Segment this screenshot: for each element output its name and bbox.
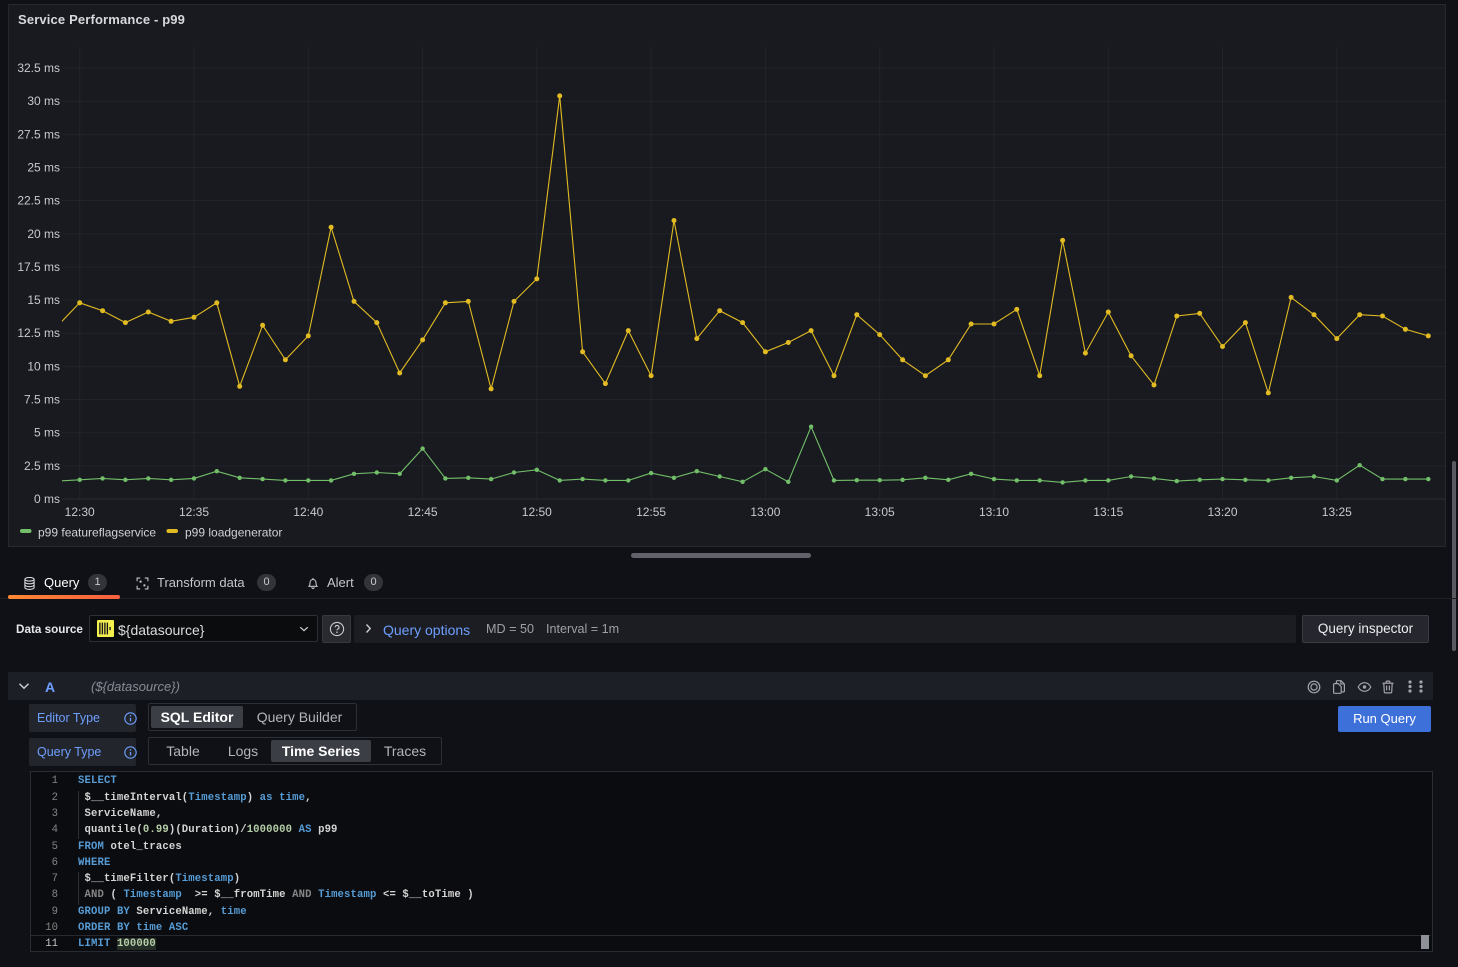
svg-text:13:20: 13:20	[1207, 505, 1237, 519]
svg-text:20 ms: 20 ms	[27, 227, 60, 241]
svg-text:30 ms: 30 ms	[27, 94, 60, 108]
svg-text:12:45: 12:45	[408, 505, 438, 519]
svg-text:15 ms: 15 ms	[27, 293, 60, 307]
svg-text:13:25: 13:25	[1322, 505, 1352, 519]
svg-text:27.5 ms: 27.5 ms	[17, 127, 60, 141]
svg-text:7.5 ms: 7.5 ms	[24, 393, 60, 407]
svg-text:12:40: 12:40	[293, 505, 323, 519]
svg-text:32.5 ms: 32.5 ms	[17, 61, 60, 75]
svg-text:13:00: 13:00	[750, 505, 780, 519]
svg-text:17.5 ms: 17.5 ms	[17, 260, 60, 274]
svg-text:22.5 ms: 22.5 ms	[17, 194, 60, 208]
svg-text:12:30: 12:30	[65, 505, 95, 519]
svg-text:p99 featureflagservice: p99 featureflagservice	[38, 526, 156, 540]
svg-text:13:05: 13:05	[865, 505, 895, 519]
svg-text:12.5 ms: 12.5 ms	[17, 326, 60, 340]
svg-text:12:35: 12:35	[179, 505, 209, 519]
svg-text:13:10: 13:10	[979, 505, 1009, 519]
svg-text:25 ms: 25 ms	[27, 161, 60, 175]
svg-text:13:15: 13:15	[1093, 505, 1123, 519]
svg-text:12:50: 12:50	[522, 505, 552, 519]
svg-text:10 ms: 10 ms	[27, 359, 60, 373]
svg-text:12:55: 12:55	[636, 505, 666, 519]
svg-text:0 ms: 0 ms	[34, 492, 60, 506]
svg-text:2.5 ms: 2.5 ms	[24, 459, 60, 473]
svg-text:5 ms: 5 ms	[34, 426, 60, 440]
svg-text:p99 loadgenerator: p99 loadgenerator	[185, 526, 282, 540]
